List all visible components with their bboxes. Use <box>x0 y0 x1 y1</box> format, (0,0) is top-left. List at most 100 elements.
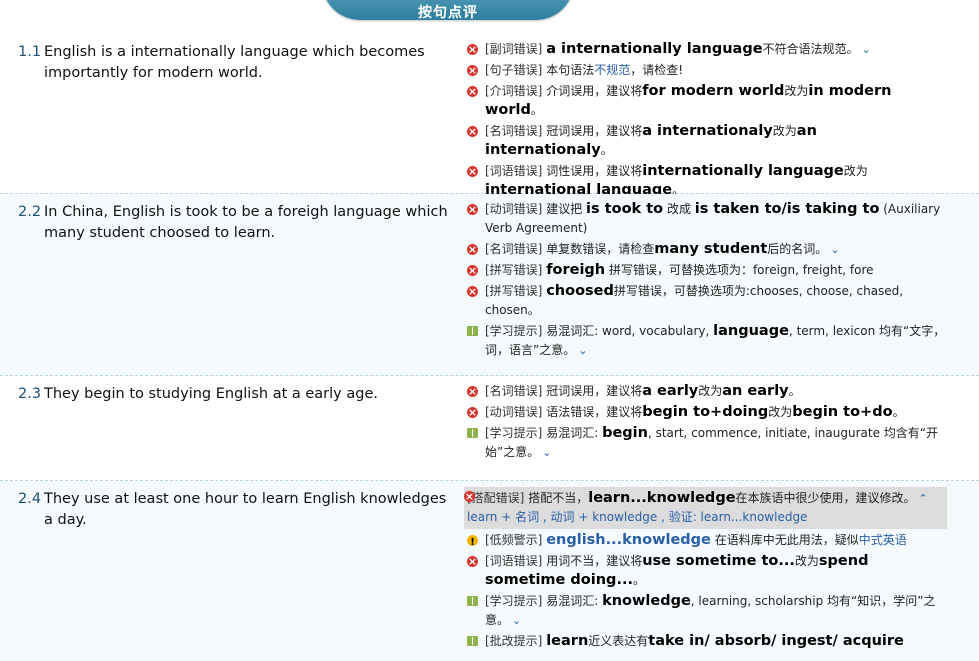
error-icon <box>467 382 478 401</box>
highlight-text: many student <box>654 241 768 257</box>
feedback-tag: [批改提示] <box>485 634 543 648</box>
feedback-item: [拼写错误] foreigh 拼写错误，可替换选项为：foreign, frei… <box>467 261 947 280</box>
feedback-tag: [搭配错误] <box>467 491 525 505</box>
highlight-text: a internationaly <box>642 123 773 139</box>
feedback-text: 建议把 <box>546 202 587 216</box>
feedback-text: 改为 <box>794 554 819 568</box>
feedback-tag: [名词错误] <box>485 384 543 398</box>
feedback-text: 易混词汇: word, vocabulary, <box>546 324 714 338</box>
feedback-item: [学习提示] 易混词汇: knowledge, learning, schola… <box>467 592 947 630</box>
feedback-tag: [介词错误] <box>485 84 543 98</box>
feedback-text: 后的名词。 <box>767 242 828 256</box>
feedback-item: [名词错误] 冠词误用，建议将a early改为an early。 <box>467 382 947 401</box>
sentence: 2.2 In China, English is took to be a fo… <box>18 202 448 244</box>
feedback-item: [句子错误] 本句语法不规范，请检查! <box>467 61 947 80</box>
feedback-item: [低频警示] english...knowledge 在语料库中无此用法，疑似中… <box>467 531 947 552</box>
collapse-chevron-icon[interactable]: ⌃ <box>919 492 928 505</box>
feedback-text: 不符合语法规范。 <box>762 42 859 56</box>
feedback-tag: [拼写错误] <box>485 263 543 277</box>
feedback-item: [批改提示] learn近义表达有take in/ absorb/ ingest… <box>467 632 947 651</box>
highlight-text: begin to+do <box>792 404 893 420</box>
collocation-links[interactable]: learn + 名词 , 动词 + knowledge , 验证: learn.… <box>467 508 944 527</box>
feedback-list: [副词错误] a internationally language不符合语法规范… <box>467 40 947 202</box>
feedback-text: 近义表达有 <box>588 634 649 648</box>
feedback-tag: [学习提示] <box>485 426 543 440</box>
feedback-text: 改为 <box>768 405 793 419</box>
book-icon <box>467 596 478 606</box>
feedback-item: [动词错误] 语法错误，建议将begin to+doing改为begin to+… <box>467 403 947 422</box>
feedback-text: 。 <box>600 143 613 157</box>
feedback-list: [动词错误] 建议把 is took to 改成 is taken to/is … <box>467 200 947 362</box>
feedback-tag: [名词错误] <box>485 124 543 138</box>
feedback-item: [词语错误] 用词不当，建议将use sometime to...改为spend… <box>467 552 947 590</box>
error-icon <box>464 487 475 506</box>
feedback-text: 。 <box>530 103 543 117</box>
feedback-tag: [学习提示] <box>485 594 543 608</box>
highlight-text: take in/ absorb/ ingest/ acquire <box>648 633 904 649</box>
sentence-number: 2.4 <box>18 491 42 507</box>
highlight-text: choosed <box>546 283 614 299</box>
sentence-row: 2.4 They use at least one hour to learn … <box>0 481 979 661</box>
error-icon <box>467 552 478 571</box>
error-icon <box>467 240 478 259</box>
error-icon <box>467 403 478 422</box>
error-icon <box>467 162 478 181</box>
feedback-tag: [词语错误] <box>485 554 543 568</box>
feedback-list: [搭配错误] 搭配不当，learn...knowledge在本族语中很少使用，建… <box>464 487 947 653</box>
feedback-text: 在语料库中无此用法，疑似 <box>710 533 859 547</box>
expand-chevron-icon[interactable]: ⌄ <box>830 243 839 256</box>
feedback-text: 在本族语中很少使用，建议修改。 <box>735 491 916 505</box>
feedback-text: 词性误用，建议将 <box>546 164 643 178</box>
feedback-text: ，请检查! <box>630 63 684 77</box>
sentence: 2.3 They begin to studying English at a … <box>18 384 448 405</box>
feedback-tag: [低频警示] <box>485 533 543 547</box>
expand-chevron-icon[interactable]: ⌄ <box>862 43 871 56</box>
sentence: 1.1 English is a internationally languag… <box>18 42 448 84</box>
feedback-text: 本句语法 <box>546 63 595 77</box>
sentence-number: 1.1 <box>18 44 42 60</box>
highlight-text: language <box>713 323 789 339</box>
error-icon <box>467 40 478 59</box>
sentence-row: 1.1 English is a internationally languag… <box>0 34 979 198</box>
highlight-text: for modern world <box>642 83 785 99</box>
highlight-text: learn <box>546 633 589 649</box>
error-icon <box>467 61 478 80</box>
book-icon <box>467 326 478 336</box>
expand-chevron-icon[interactable]: ⌄ <box>542 446 551 459</box>
feedback-tag: [动词错误] <box>485 202 543 216</box>
highlight-text: begin <box>602 425 648 441</box>
error-icon <box>467 282 478 301</box>
error-icon <box>467 82 478 101</box>
feedback-text: 。 <box>632 573 645 587</box>
highlight-text: an early <box>722 383 789 399</box>
feedback-item: [名词错误] 单复数错误，请检查many student后的名词。⌄ <box>467 240 947 259</box>
feedback-text: 改为 <box>843 164 868 178</box>
chinglish-link[interactable]: 中式英语 <box>859 533 907 547</box>
highlight-text: internationally language <box>642 163 844 179</box>
feedback-text: 拼写错误，可替换选项为：foreign, freight, fore <box>605 263 874 277</box>
feedback-tag: [词语错误] <box>485 164 543 178</box>
feedback-text: 易混词汇: <box>546 426 603 440</box>
feedback-item-selected[interactable]: [搭配错误] 搭配不当，learn...knowledge在本族语中很少使用，建… <box>464 487 947 529</box>
highlight-link[interactable]: english...knowledge <box>546 532 711 548</box>
feedback-list: [名词错误] 冠词误用，建议将a early改为an early。 [动词错误]… <box>467 382 947 464</box>
feedback-text: 冠词误用，建议将 <box>546 124 643 138</box>
highlight-text: is taken to/is taking to <box>694 201 880 217</box>
feedback-item: [介词错误] 介词误用，建议将for modern world改为in mode… <box>467 82 947 120</box>
header-title: 按句点评 <box>418 5 478 21</box>
expand-chevron-icon[interactable]: ⌄ <box>512 614 521 627</box>
expand-chevron-icon[interactable]: ⌄ <box>578 344 587 357</box>
feedback-item: [学习提示] 易混词汇: word, vocabulary, language,… <box>467 322 947 360</box>
grammar-link[interactable]: 不规范 <box>594 63 630 77</box>
feedback-text: 改为 <box>698 384 723 398</box>
sentence: 2.4 They use at least one hour to learn … <box>18 489 448 531</box>
feedback-item: [动词错误] 建议把 is took to 改成 is taken to/is … <box>467 200 947 238</box>
feedback-text: 语法错误，建议将 <box>546 405 643 419</box>
highlight-text: a internationally language <box>546 41 763 57</box>
feedback-text: 。 <box>892 405 905 419</box>
feedback-item: [副词错误] a internationally language不符合语法规范… <box>467 40 947 59</box>
highlight-text: a early <box>642 383 699 399</box>
sentence-text: They use at least one hour to learn Engl… <box>44 491 447 528</box>
feedback-text: 改成 <box>663 202 695 216</box>
highlight-text: use sometime to... <box>642 553 795 569</box>
